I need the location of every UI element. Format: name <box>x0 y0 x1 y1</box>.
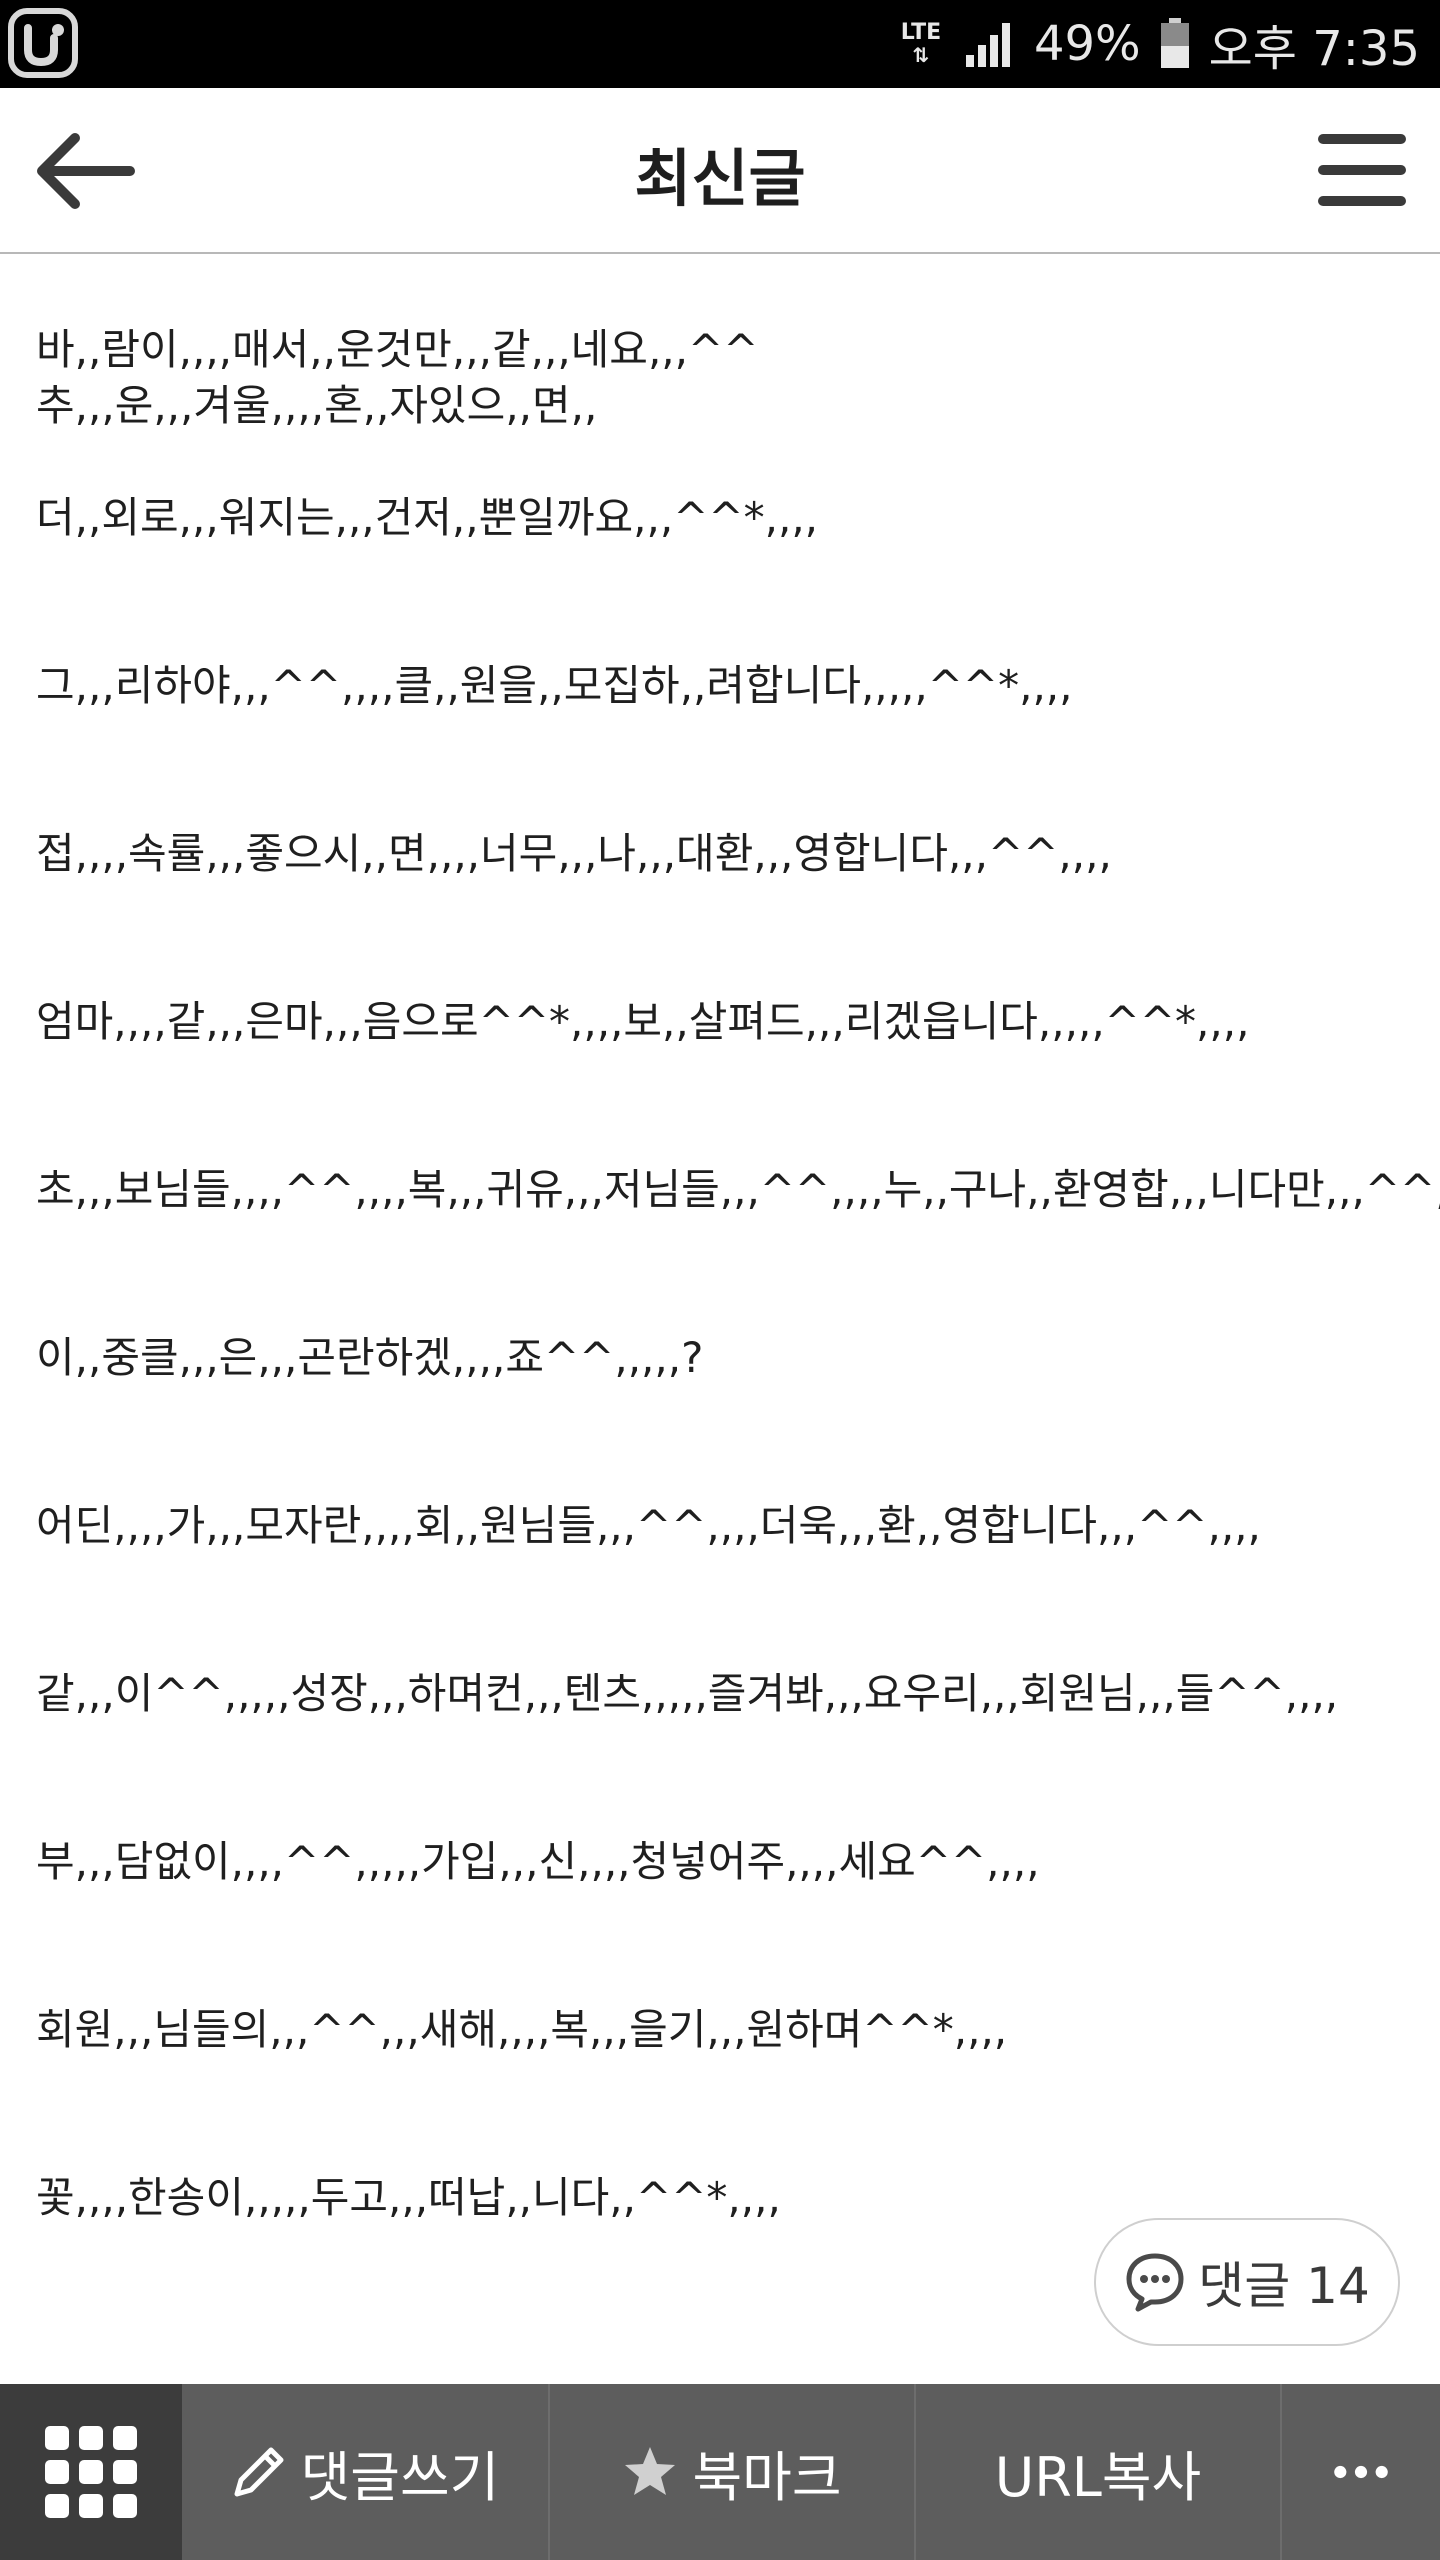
post-line: 같,,,이^^,,,,,성장,,,하며컨,,,텐츠,,,,,즐겨봐,,,요우리,… <box>36 1669 1339 1718</box>
more-button[interactable] <box>1280 2384 1440 2560</box>
copy-url-button[interactable]: URL복사 <box>914 2384 1280 2560</box>
post-line <box>36 602 1416 658</box>
post-line: 엄마,,,,같,,,은마,,,음으로^^*,,,,보,,살펴드,,,리겠읍니다,… <box>36 997 1250 1046</box>
post-line <box>36 1778 1416 1834</box>
post-content: 바,,람이,,,,매서,,운것만,,,같,,,네요,,,^^ 추,,,운,,,겨… <box>36 322 1440 2226</box>
post-line <box>36 1554 1416 1610</box>
post-line <box>36 714 1416 770</box>
post-line <box>36 1106 1416 1162</box>
post-line <box>36 882 1416 938</box>
app-logo-icon <box>8 8 78 78</box>
post-line: 이,,중클,,,은,,,곤란하겠,,,,죠^^,,,,,? <box>36 1333 704 1382</box>
signal-icon <box>965 23 1010 67</box>
post-line: 추,,,운,,,겨울,,,,혼,,자있으,,면,, <box>36 381 598 430</box>
post-line <box>36 1610 1416 1666</box>
post-line <box>36 2114 1416 2170</box>
post-line <box>36 1386 1416 1442</box>
bottom-toolbar: 댓글쓰기 북마크 URL복사 <box>0 2384 1440 2560</box>
star-icon <box>625 2447 676 2495</box>
app-header: 최신글 <box>0 88 1440 254</box>
post-line <box>36 938 1416 994</box>
write-comment-button[interactable]: 댓글쓰기 <box>182 2384 548 2560</box>
post-line: 더,,외로,,,워지는,,,건저,,뿐일까요,,,^^*,,,, <box>36 493 819 542</box>
hamburger-menu-icon[interactable] <box>1314 128 1410 212</box>
post-line <box>36 1274 1416 1330</box>
comment-count-label: 댓글 14 <box>1198 2257 1370 2315</box>
post-line: 그,,,리하야,,,^^,,,,클,,원을,,모집하,,려합니다,,,,,^^*… <box>36 661 1073 710</box>
post-line: 바,,람이,,,,매서,,운것만,,,같,,,네요,,,^^ <box>36 325 759 374</box>
copy-url-label: URL복사 <box>994 2445 1202 2509</box>
more-dots-icon <box>1334 2465 1388 2479</box>
comment-count-button[interactable]: 댓글 14 <box>1094 2218 1400 2346</box>
post-line: 어딘,,,,가,,,모자란,,,,회,,원님들,,,^^,,,,더욱,,,환,,… <box>36 1501 1261 1550</box>
battery-percent: 49% <box>1033 16 1141 72</box>
post-line <box>36 434 1416 490</box>
post-line: 부,,,담없이,,,,^^,,,,,가입,,,신,,,,청넣어주,,,,세요^^… <box>36 1837 1040 1886</box>
bookmark-button[interactable]: 북마크 <box>548 2384 914 2560</box>
post-line <box>36 546 1416 602</box>
post-line <box>36 1050 1416 1106</box>
post-line <box>36 770 1416 826</box>
post-line <box>36 1946 1416 2002</box>
clock: 오후 7:35 <box>1208 21 1420 77</box>
post-line <box>36 1890 1416 1946</box>
status-bar: LTE ⇅ 49% 오후 7:35 <box>0 0 1440 88</box>
post-line: 회원,,,님들의,,,^^,,,새해,,,,복,,,을기,,,원하며^^*,,,… <box>36 2005 1008 2054</box>
page-title: 최신글 <box>634 142 806 215</box>
write-comment-label: 댓글쓰기 <box>300 2445 500 2509</box>
grid-icon <box>45 2426 137 2518</box>
speech-bubble-icon <box>1126 2253 1184 2312</box>
battery-icon <box>1160 18 1189 68</box>
post-line <box>36 2058 1416 2114</box>
post-line <box>36 1442 1416 1498</box>
post-line: 초,,,보님들,,,,^^,,,,복,,,귀유,,,저님들,,,^^,,,,누,… <box>36 1165 1440 1214</box>
pencil-icon <box>234 2447 284 2497</box>
post-line <box>36 1218 1416 1274</box>
network-type: LTE ⇅ <box>900 20 942 67</box>
grid-menu-button[interactable] <box>0 2384 182 2560</box>
post-line: 접,,,,속률,,,좋으시,,면,,,,너무,,,나,,,대환,,,영합니다,,… <box>36 829 1112 878</box>
bookmark-label: 북마크 <box>692 2445 842 2509</box>
post-line <box>36 1722 1416 1778</box>
